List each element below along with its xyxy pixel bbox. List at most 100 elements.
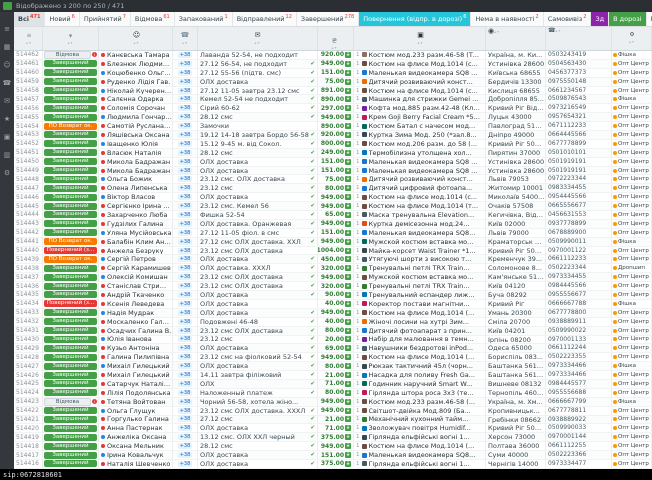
phone-badge[interactable]: +38 — [178, 301, 193, 307]
table-row[interactable]: 514417ЗавершенийІрина Ковальчук+38ОЛХ до… — [14, 451, 652, 460]
table-row[interactable]: 514425ЗавершенийСатарчук Наталія Гр.+38О… — [14, 380, 652, 389]
table-row[interactable]: 514454ПО Возврат ок.Самотій Руслана Во.+… — [14, 122, 652, 131]
phone-badge[interactable]: +38 — [178, 230, 193, 236]
table-row[interactable]: 514449ЗавершенийМикола Бадражан+38ОЛХ до… — [14, 167, 652, 176]
phone-badge[interactable]: +38 — [178, 345, 193, 351]
tab-8[interactable]: Нема в наявності2 — [471, 12, 543, 26]
phone-badge[interactable]: +38 — [178, 248, 193, 254]
phone-badge[interactable]: +38 — [178, 123, 193, 129]
clients-icon[interactable]: ☺ — [3, 62, 10, 69]
tab-9[interactable]: Самовивіз2 — [544, 12, 592, 26]
col-header-sum[interactable]: ₴▴▾ — [318, 27, 354, 50]
table-row[interactable]: 514450ЗавершенийМикола Бадражан+38ОЛХ до… — [14, 158, 652, 167]
phone-badge[interactable]: +38 — [178, 416, 193, 422]
table-row[interactable]: 514429ЗавершенийКузьо Антоніна+38ОЛХ дос… — [14, 344, 652, 353]
phone-badge[interactable]: +38 — [178, 452, 193, 458]
phone-badge[interactable]: +38 — [178, 390, 193, 396]
table-row[interactable]: 514442ЗавершенийУляна Мусійовська+3827.1… — [14, 229, 652, 238]
table-row[interactable]: 514444ЗавершенийЗахарченко Люба+38Фишка … — [14, 211, 652, 220]
phone-badge[interactable]: +38 — [178, 434, 193, 440]
table-row[interactable]: 514461ЗавершенийБлезнюк Людмила А.+3827.… — [14, 60, 652, 69]
phone-badge[interactable]: +38 — [178, 141, 193, 147]
table-row[interactable]: 514456ЗавершенийСоломія Сорочан+38Сірий … — [14, 104, 652, 113]
table-row[interactable]: 514424ЗавершенийЛілія Подолянська+38Нало… — [14, 389, 652, 398]
col-header-phone[interactable]: ☎▴▾ — [546, 27, 612, 50]
stats-icon[interactable]: ▥ — [4, 152, 11, 159]
phone-badge[interactable]: +38 — [178, 176, 193, 182]
tab-3[interactable]: Відмова61 — [131, 12, 175, 26]
dashboard-icon[interactable]: ▦ — [4, 44, 11, 51]
orders-icon[interactable]: ▣ — [4, 134, 11, 141]
table-row[interactable]: 514455ЗавершенийЛюдмила Гончарова+3828.1… — [14, 113, 652, 122]
phone-badge[interactable]: +38 — [178, 399, 193, 405]
table-row[interactable]: 514445ЗавершенийСергієнко Ірина Ми.+3823… — [14, 202, 652, 211]
settings-icon[interactable]: ⚙ — [4, 170, 10, 177]
table-row[interactable]: 514460ЗавершенийКоцюбенко Ольга Ар.+3827… — [14, 69, 652, 78]
phone-badge[interactable]: +38 — [178, 159, 193, 165]
col-header-product[interactable]: ▣▴▾ — [354, 27, 486, 50]
table-row[interactable]: 514419ЗавершенийАнжеліка Оксана+3813.12 … — [14, 433, 652, 442]
phone-badge[interactable]: +38 — [178, 70, 193, 76]
table-row[interactable]: 514427ЗавершенийМихаіл Гилецький+38ОЛХ д… — [14, 362, 652, 371]
phone-badge[interactable]: +38 — [178, 239, 193, 245]
phone-badge[interactable]: +38 — [178, 408, 193, 414]
phone-badge[interactable]: +38 — [178, 292, 193, 298]
table-row[interactable]: 514436ЗавершенийСтаніслав Стрижак+3823.1… — [14, 282, 652, 291]
col-header-delivery[interactable]: ◉▴▾ — [486, 27, 546, 50]
col-header-id[interactable]: ≡▴▾ — [14, 27, 43, 50]
table-row[interactable]: 514443ЗавершенийГудзілих Галина+38ОЛХ до… — [14, 220, 652, 229]
table-row[interactable]: 514439ПО Возврат ок.Сергій Петров+38ОЛХ … — [14, 255, 652, 264]
phone-badge[interactable]: +38 — [178, 283, 193, 289]
phone-badge[interactable]: +38 — [178, 185, 193, 191]
tab-10[interactable]: Зд — [591, 12, 609, 26]
table-row[interactable]: 514438ЗавершенийСергій Карамишев+38ОЛХ д… — [14, 264, 652, 273]
table-row[interactable]: 514435ЗавершенийАндрій Ткаченко+38ОЛХ до… — [14, 291, 652, 300]
tab-6[interactable]: Завершений278 — [297, 12, 359, 26]
tab-2[interactable]: Прийнятий7 — [80, 12, 131, 26]
phone-badge[interactable]: +38 — [178, 310, 193, 316]
phone-badge[interactable]: +38 — [178, 114, 193, 120]
phone-badge[interactable]: +38 — [178, 461, 193, 467]
table-row[interactable]: 514416ЗавершенийНаталія Шевченко+38ОЛХ д… — [14, 460, 652, 469]
table-row[interactable]: 514458ЗавершенийНіколай Кучеренко+3827.1… — [14, 87, 652, 96]
phone-badge[interactable]: +38 — [178, 221, 193, 227]
table-row[interactable]: 514448ЗавершенийОльга Божик+3823.12 смс.… — [14, 175, 652, 184]
table-row[interactable]: 514457ЗавершенийСалєнна Одарка+38Кемел 5… — [14, 95, 652, 104]
tab-7[interactable]: Повернення (відпр. в дорозі)6 — [359, 12, 471, 26]
table-row[interactable]: 514428ЗавершенийГалина Пилипівна+3823.12… — [14, 353, 652, 362]
table-row[interactable]: 514451ЗавершенийВласюк Наталія+3828.12 с… — [14, 149, 652, 158]
phone-badge[interactable]: +38 — [178, 88, 193, 94]
phone-badge[interactable]: +38 — [178, 105, 193, 111]
star-icon[interactable]: ★ — [4, 116, 10, 123]
phone-badge[interactable]: +38 — [178, 52, 193, 58]
calls-icon[interactable]: ☎ — [3, 80, 12, 87]
phone-badge[interactable]: +38 — [178, 425, 193, 431]
col-header-client[interactable]: ☺▴▾ — [99, 27, 173, 50]
table-row[interactable]: 514447ЗавершенийОлена Липенська+3823.12 … — [14, 184, 652, 193]
tab-0[interactable]: Всі471 — [14, 12, 45, 26]
table-row[interactable]: 514420ЗавершенийАнна Пастернак+38ОЛХ дос… — [14, 424, 652, 433]
phone-badge[interactable]: +38 — [178, 132, 193, 138]
mail-icon[interactable]: ✉ — [4, 98, 10, 105]
phone-badge[interactable]: +38 — [178, 96, 193, 102]
phone-badge[interactable]: +38 — [178, 443, 193, 449]
phone-badge[interactable]: +38 — [178, 363, 193, 369]
table-row[interactable]: 514459ЗавершенийРуденко Лідія Гав.+38ОЛХ… — [14, 78, 652, 87]
table-row[interactable]: 514441ПО Возврат ок.Балабін Клим Анато.+… — [14, 238, 652, 247]
phone-badge[interactable]: +38 — [178, 256, 193, 262]
phone-badge[interactable]: +38 — [178, 354, 193, 360]
table-row[interactable]: 514431ЗавершенийОсадчих Галина В.+3823.1… — [14, 327, 652, 336]
tab-5[interactable]: Відправлений12 — [233, 12, 297, 26]
table-row[interactable]: 514452ЗавершенийІващенко Юлія+3815.12 9-… — [14, 140, 652, 149]
phone-badge[interactable]: +38 — [178, 265, 193, 271]
table-row[interactable]: 514430ЗавершенийЮлія Іванова+3823.12 смс… — [14, 336, 652, 345]
menu-icon[interactable]: ≡ — [4, 26, 10, 33]
phone-badge[interactable]: +38 — [178, 150, 193, 156]
phone-badge[interactable]: +38 — [178, 61, 193, 67]
table-row[interactable]: 514437ЗавершенийОлексій Комишан+3823.12 … — [14, 273, 652, 282]
table-row[interactable]: 514423ВідмоваiТетяна Войтован+38Чорний 5… — [14, 398, 652, 407]
phone-badge[interactable]: +38 — [178, 203, 193, 209]
col-header-source[interactable]: ⚙▴▾ — [612, 27, 652, 50]
phone-badge[interactable]: +38 — [178, 212, 193, 218]
col-header-contact[interactable]: ☎▴▾ — [173, 27, 198, 50]
